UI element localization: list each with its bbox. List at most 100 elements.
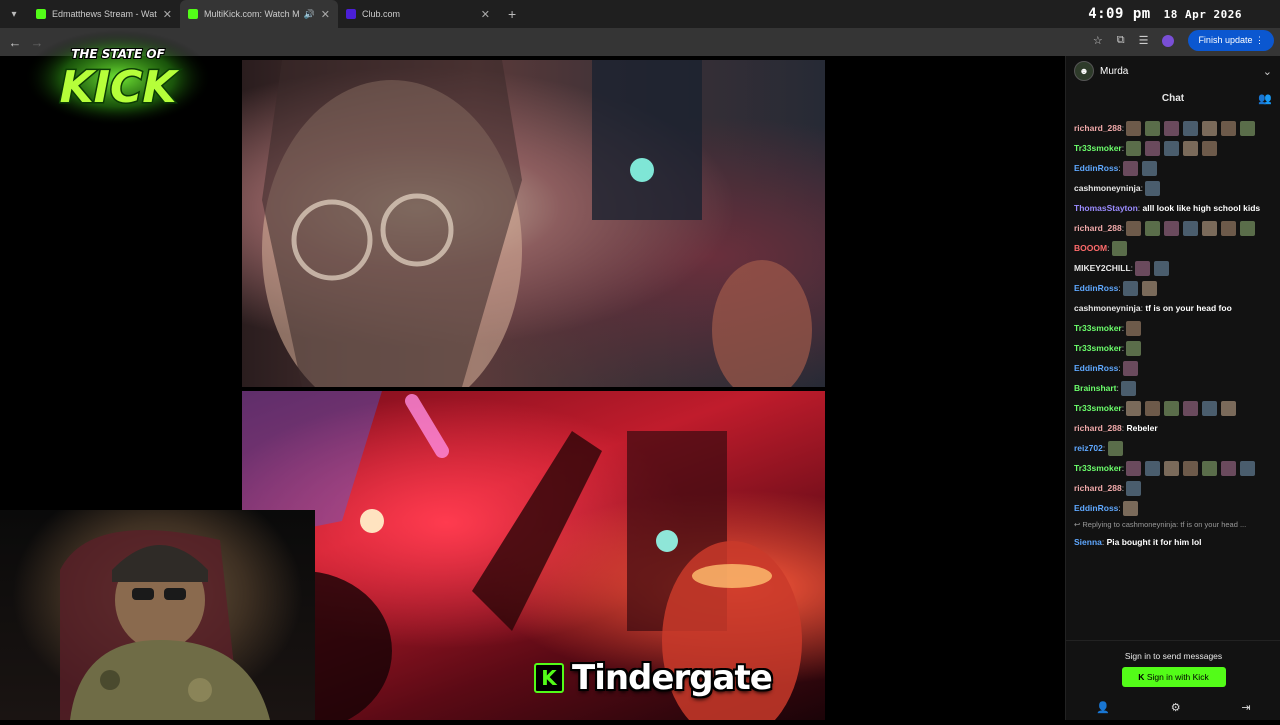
chat-username[interactable]: cashmoneyninja [1074,303,1141,313]
chat-message: EddinRoss: [1074,498,1272,518]
chevron-down-icon[interactable]: ⌄ [1263,65,1272,78]
stream-video-top[interactable] [242,60,825,387]
chat-username[interactable]: richard_288 [1074,223,1122,233]
multikick-favicon-icon [188,9,198,19]
chat-emote-icon [1126,321,1142,337]
tab-label: MultiKick.com: Watch Multi [204,9,300,19]
chat-username[interactable]: Sienna [1074,537,1102,547]
reply-indicator: ↩ Replying to cashmoneyninja: tf is on y… [1074,520,1247,529]
streamer-avatar: ☻ [1074,61,1094,81]
chat-username[interactable]: reiz702 [1074,443,1103,453]
logout-icon[interactable]: ⇥ [1241,701,1250,714]
tab-label: Edmatthews Stream - Watch Li [52,9,157,19]
chat-emote-icon [1183,461,1199,477]
chat-emote-icon [1121,381,1137,397]
chat-emote-icon [1240,461,1256,477]
chat-username[interactable]: EddinRoss [1074,503,1118,513]
chat-emote-icon [1145,401,1161,417]
chat-emote-icon [1221,461,1237,477]
chat-message: Tr33smoker: [1074,398,1272,418]
bookmark-star-icon[interactable]: ☆ [1093,34,1103,47]
kick-logo-icon: K [534,663,564,693]
extensions-icon[interactable]: ⧉ [1117,34,1125,47]
speaker-icon[interactable]: 🔊 [304,9,315,20]
chat-username[interactable]: EddinRoss [1074,363,1118,373]
chat-username[interactable]: Tr33smoker [1074,143,1122,153]
chat-username[interactable]: richard_288 [1074,423,1122,433]
chat-message: EddinRoss: [1074,278,1272,298]
chat-text: Pia bought it for him lol [1106,537,1202,547]
chat-username[interactable]: Tr33smoker [1074,403,1122,413]
kick-favicon-icon [36,9,46,19]
chat-emote-icon [1126,221,1142,237]
chat-username[interactable]: Tr33smoker [1074,463,1122,473]
chat-username[interactable]: Tr33smoker [1074,323,1122,333]
chat-emote-icon [1145,181,1161,197]
chat-messages: richard_288: Tr33smoker: EddinRoss: cash… [1066,112,1280,518]
kick-icon: K [1138,672,1145,682]
chat-emote-icon [1126,341,1142,357]
chat-emote-icon [1123,161,1139,177]
chat-username[interactable]: EddinRoss [1074,283,1118,293]
chat-emote-icon [1164,121,1180,137]
chat-message: richard_288: Rebeler [1074,418,1272,438]
chat-emote-icon [1221,221,1237,237]
chat-username[interactable]: Brainshart [1074,383,1117,393]
chat-username[interactable]: cashmoneyninja [1074,183,1141,193]
profile-avatar-icon[interactable] [1162,34,1175,47]
new-tab-button[interactable]: + [508,6,516,22]
svg-text:KICK: KICK [60,62,180,113]
close-tab-icon[interactable]: ✕ [315,8,330,21]
chat-message: MIKEY2CHILL: [1074,258,1272,278]
chat-message: ThomasStayton: alll look like high schoo… [1074,198,1272,218]
chat-emote-icon [1202,121,1218,137]
chat-text: Rebeler [1126,423,1158,433]
chat-emote-icon [1145,141,1161,157]
signin-with-kick-button[interactable]: K Sign in with Kick [1121,667,1226,687]
chat-username[interactable]: richard_288 [1074,123,1122,133]
chat-emote-icon [1142,161,1158,177]
chat-username[interactable]: MIKEY2CHILL [1074,263,1131,273]
close-tab-icon[interactable]: ✕ [475,8,490,21]
finish-update-label: Finish update [1198,35,1253,45]
webcam-frame-art [60,530,270,720]
chat-message: Tr33smoker: [1074,338,1272,358]
chat-emote-icon [1145,221,1161,237]
video-title: Tindergate [572,658,773,698]
chat-emote-icon [1126,121,1142,137]
chat-username[interactable]: Tr33smoker [1074,343,1122,353]
finish-update-button[interactable]: Finish update ⋮ [1188,30,1274,51]
chat-emote-icon [1126,461,1142,477]
media-control-icon[interactable]: ☰ [1139,34,1149,47]
chat-username[interactable]: ThomasStayton [1074,203,1138,213]
chat-emote-icon [1221,401,1237,417]
chat-emote-icon [1202,221,1218,237]
close-tab-icon[interactable]: ✕ [157,8,172,21]
chat-message: Tr33smoker: [1074,318,1272,338]
chat-username[interactable]: richard_288 [1074,483,1122,493]
chat-emote-icon [1164,141,1180,157]
chat-message: BOOOM: [1074,238,1272,258]
chat-username[interactable]: BOOOM [1074,243,1107,253]
chat-text: alll look like high school kids [1142,203,1261,213]
chat-emote-icon [1123,281,1139,297]
channel-selector[interactable]: ☻ Murda ⌄ [1066,56,1280,86]
chat-emote-icon [1135,261,1151,277]
users-icon[interactable]: 👥 [1258,86,1272,112]
streamer-webcam [0,510,315,720]
chat-message: cashmoneyninja: tf is on your head foo [1074,298,1272,318]
chat-message: richard_288: [1074,478,1272,498]
chat-emote-icon [1202,401,1218,417]
tab-club[interactable]: Club.com ✕ [338,0,498,28]
chat-text: tf is on your head foo [1145,303,1232,313]
chat-emote-icon [1164,461,1180,477]
chat-message: EddinRoss: [1074,358,1272,378]
gear-icon[interactable]: ⚙ [1171,701,1181,714]
add-user-icon[interactable]: 👤 [1096,701,1110,714]
chat-emote-icon [1164,401,1180,417]
chat-username[interactable]: EddinRoss [1074,163,1118,173]
chat-separator: : [1102,443,1108,453]
chat-emote-icon [1111,241,1127,257]
chat-emote-icon [1183,221,1199,237]
chat-message: EddinRoss: [1074,158,1272,178]
